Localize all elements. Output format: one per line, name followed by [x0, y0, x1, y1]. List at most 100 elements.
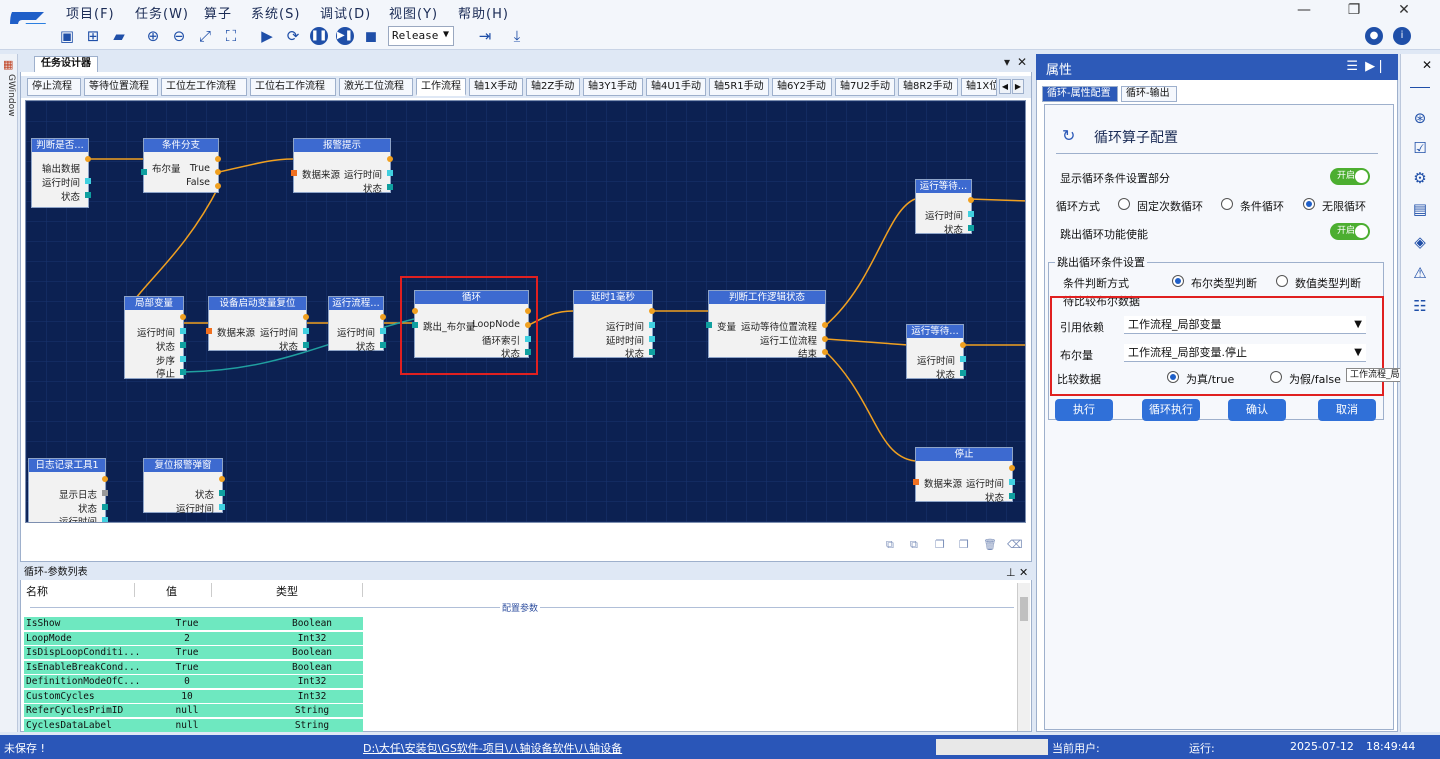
info-icon[interactable]: i — [1393, 27, 1411, 45]
show-cond-toggle[interactable]: 开启 — [1330, 168, 1370, 185]
confirm-button[interactable]: 确认 — [1228, 399, 1286, 421]
tab-axis1-position[interactable]: 轴1X位置 — [961, 78, 997, 96]
input-port[interactable] — [206, 328, 212, 334]
delete-icon[interactable]: 🗑 — [983, 538, 997, 551]
collapse-icon[interactable]: ▶❘ — [1365, 59, 1386, 74]
output-port[interactable] — [1009, 479, 1015, 485]
user-icon[interactable]: ● — [1365, 27, 1383, 45]
output-port[interactable] — [219, 476, 225, 482]
new-icon[interactable]: ⊞ — [84, 27, 102, 45]
param-row[interactable]: LoopMode 2 Int32 — [24, 631, 363, 645]
task-designer-tab[interactable]: 任务设计器 — [34, 56, 98, 72]
settings-icon[interactable]: ⚙ — [1410, 168, 1430, 188]
minimize-icon[interactable]: — — [1294, 2, 1314, 18]
fit-screen-icon[interactable]: ⤢ — [196, 27, 214, 45]
clear-icon[interactable]: ⌫ — [1007, 538, 1023, 551]
list-icon[interactable]: ☰ — [1346, 59, 1358, 74]
output-port[interactable] — [102, 490, 108, 496]
tab-axis1-manual[interactable]: 轴1X手动 — [469, 78, 523, 96]
param-row[interactable]: CustomCycles 10 Int32 — [24, 689, 363, 703]
checklist-icon[interactable]: ☑ — [1410, 138, 1430, 158]
param-row[interactable]: ReferCyclesPrimID null String — [24, 704, 363, 717]
tab-left-station-flow[interactable]: 工位左工作流程 — [161, 78, 247, 96]
radio-bool-judge[interactable] — [1172, 275, 1184, 287]
build-config-select[interactable]: Release ▼ — [388, 26, 454, 46]
radio-condition-loop[interactable] — [1221, 198, 1233, 210]
layers-icon[interactable]: ◈ — [1410, 232, 1430, 252]
open-folder-icon[interactable]: ▰ — [110, 27, 128, 45]
panel-menu-icon[interactable]: ▾ — [1004, 55, 1010, 69]
properties-icon[interactable]: ☷ — [1410, 296, 1430, 316]
gwindow-tab[interactable]: GWindow — [2, 74, 16, 116]
output-port[interactable] — [85, 178, 91, 184]
node-delay-1ms[interactable]: 延时1毫秒 运行时间 延时时间 状态 — [573, 290, 655, 360]
tab-loop-property-config[interactable]: 循环-属性配置 — [1042, 86, 1118, 102]
output-port[interactable] — [215, 169, 221, 175]
pause-icon[interactable]: ❚❚ — [310, 27, 328, 45]
param-close-icon[interactable]: ✕ — [1019, 566, 1028, 579]
output-port[interactable] — [215, 156, 221, 162]
output-port[interactable] — [1009, 465, 1015, 471]
run-icon[interactable]: ▶ — [258, 27, 276, 45]
tab-laser-station-flow[interactable]: 激光工位流程 — [339, 78, 413, 96]
tab-stop-flow[interactable]: 停止流程 — [27, 78, 81, 96]
output-port[interactable] — [180, 314, 186, 320]
output-port[interactable] — [102, 476, 108, 482]
tab-axis8-manual[interactable]: 轴8R2手动 — [898, 78, 958, 96]
input-port[interactable] — [291, 170, 297, 176]
output-port[interactable] — [822, 322, 828, 328]
strip-close-icon[interactable]: ✕ — [1422, 58, 1432, 72]
output-port[interactable] — [180, 369, 186, 375]
output-port[interactable] — [968, 211, 974, 217]
input-port[interactable] — [141, 169, 147, 175]
node-judge[interactable]: 判断是否… 输出数据 运行时间 状态 — [31, 138, 91, 208]
zoom-in-icon[interactable]: ⊕ — [144, 27, 162, 45]
node-run-wait-1[interactable]: 运行等待… 运行时间 状态 — [915, 179, 974, 236]
output-port[interactable] — [649, 349, 655, 355]
cancel-button[interactable]: 取消 — [1318, 399, 1376, 421]
output-port[interactable] — [960, 356, 966, 362]
tab-axis5-manual[interactable]: 轴5R1手动 — [709, 78, 769, 96]
tab-axis6-manual[interactable]: 轴6Y2手动 — [772, 78, 832, 96]
output-port[interactable] — [960, 342, 966, 348]
process-icon[interactable]: ⊛ — [1410, 108, 1430, 128]
import-icon[interactable]: ⇥ — [476, 27, 494, 45]
tab-axis4-manual[interactable]: 轴4U1手动 — [646, 78, 706, 96]
tab-loop-output[interactable]: 循环-输出 — [1121, 86, 1177, 102]
loop-run-icon[interactable]: ⟳ — [284, 27, 302, 45]
output-port[interactable] — [180, 328, 186, 334]
output-port[interactable] — [822, 336, 828, 342]
output-port[interactable] — [303, 314, 309, 320]
node-local-variable[interactable]: 局部变量 运行时间 状态 步序 停止 — [124, 296, 186, 380]
node-run-wait-2[interactable]: 运行等待… 运行时间 状态 — [906, 324, 966, 381]
radio-infinite-loop[interactable] — [1303, 198, 1315, 210]
execute-button[interactable]: 执行 — [1055, 399, 1113, 421]
output-port[interactable] — [380, 314, 386, 320]
menu-task[interactable]: 任务(W) — [135, 3, 189, 22]
node-alarm-prompt[interactable]: 报警提示 数据来源 运行时间 状态 — [291, 138, 393, 195]
output-port[interactable] — [219, 504, 225, 510]
menu-view[interactable]: 视图(Y) — [389, 3, 438, 22]
download-icon[interactable]: ⤓ — [508, 27, 526, 45]
output-port[interactable] — [215, 183, 221, 189]
copy-icon[interactable]: ❐ — [935, 538, 945, 551]
close-icon[interactable]: ✕ — [1394, 2, 1414, 18]
output-port[interactable] — [387, 156, 393, 162]
param-row[interactable]: DefinitionModeOfC... 0 Int32 — [24, 675, 363, 688]
input-port[interactable] — [913, 479, 919, 485]
input-port[interactable] — [706, 322, 712, 328]
tab-scroll-left-icon[interactable]: ◀ — [999, 79, 1011, 94]
paste-icon[interactable]: ❐ — [959, 538, 969, 551]
tab-scroll-right-icon[interactable]: ▶ — [1012, 79, 1024, 94]
menu-system[interactable]: 系统(S) — [251, 3, 300, 22]
tab-wait-position-flow[interactable]: 等待位置流程 — [84, 78, 158, 96]
param-row[interactable]: CyclesDataLabel null String — [24, 718, 363, 732]
param-row[interactable]: IsEnableBreakCond... True Boolean — [24, 660, 363, 674]
step-icon[interactable]: ▶❚ — [336, 27, 354, 45]
param-row[interactable]: IsShow True Boolean — [24, 617, 363, 630]
tab-right-station-flow[interactable]: 工位右工作流程 — [250, 78, 336, 96]
tab-work-flow[interactable]: 工作流程 — [416, 78, 466, 96]
panel-icon[interactable]: ▤ — [1410, 199, 1430, 219]
align-right-icon[interactable]: ⧉ — [910, 538, 918, 552]
output-port[interactable] — [303, 328, 309, 334]
